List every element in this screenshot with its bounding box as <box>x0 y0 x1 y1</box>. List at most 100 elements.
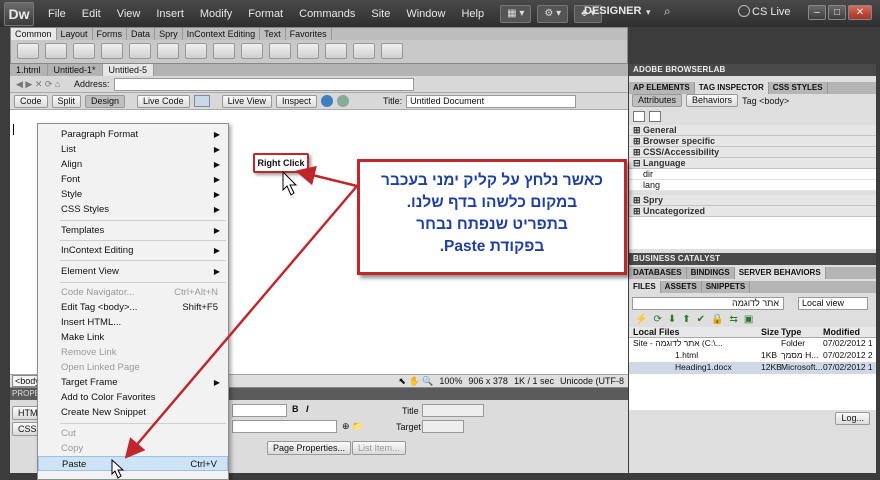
menu-item-insert-html[interactable]: Insert HTML... <box>38 315 228 330</box>
menu-item-font[interactable]: Font ▶ <box>38 172 228 187</box>
category-view-icon[interactable] <box>633 110 645 122</box>
title-input[interactable]: Untitled Document <box>406 94 577 108</box>
menu-item-paragraph-format[interactable]: Paragraph Format ▶ <box>38 127 228 142</box>
menu-site[interactable]: Site <box>363 8 398 20</box>
section-general[interactable]: ⊞ General <box>629 125 876 136</box>
menu-item-css-styles[interactable]: CSS Styles ▶ <box>38 202 228 217</box>
section-uncategorized[interactable]: ⊞ Uncategorized <box>629 206 876 217</box>
checkout-icon[interactable]: ✔ <box>697 314 705 325</box>
menu-item-add-color-favorites[interactable]: Add to Color Favorites <box>38 390 228 405</box>
email-link-icon[interactable] <box>45 43 67 59</box>
section-browser-specific[interactable]: ⊞ Browser specific <box>629 136 876 147</box>
file-row[interactable]: 1.html 1KB מסמך H... 07/02/2012 23 <box>629 350 876 362</box>
business-catalyst-header[interactable]: BUSINESS CATALYST <box>629 253 876 265</box>
tab-databases[interactable]: DATABASES <box>629 267 687 279</box>
menu-item-edit-tag[interactable]: Edit Tag <body>... Shift+F5 <box>38 300 228 315</box>
minimize-button[interactable]: – <box>808 5 826 20</box>
code-view-button[interactable]: Code <box>14 94 48 108</box>
font-select[interactable] <box>232 404 287 417</box>
extend-icon[interactable]: ⚙ ▾ <box>537 4 569 23</box>
media-icon[interactable] <box>213 43 235 59</box>
close-button[interactable]: ✕ <box>848 5 872 20</box>
menu-file[interactable]: File <box>40 8 74 20</box>
doc-tab-2[interactable]: Untitled-1* <box>48 64 103 76</box>
sync-icon[interactable]: ⇆ <box>729 314 737 325</box>
tab-server-behaviors[interactable]: SERVER BEHAVIORS <box>734 267 826 279</box>
split-view-button[interactable]: Split <box>51 94 82 108</box>
insert-tab-forms[interactable]: Forms <box>93 28 128 40</box>
put-icon[interactable]: ⬆ <box>682 314 690 325</box>
menu-item-code-navigator[interactable]: Code Navigator... Ctrl+Alt+N <box>38 285 228 300</box>
refresh-files-icon[interactable]: ⟳ <box>653 314 661 325</box>
insert-tab-layout[interactable]: Layout <box>57 28 93 40</box>
layout-icon[interactable]: ▦ ▾ <box>500 4 532 23</box>
image-icon[interactable] <box>185 43 207 59</box>
section-css-accessibility[interactable]: ⊞ CSS/Accessibility <box>629 147 876 158</box>
named-anchor-icon[interactable] <box>73 43 95 59</box>
menu-item-create-snippet[interactable]: Create New Snippet <box>38 405 228 420</box>
point-to-file-icon[interactable]: ⊕ 📁 <box>342 421 363 432</box>
col-local-files[interactable]: Local Files <box>629 327 761 337</box>
address-input[interactable] <box>113 77 414 91</box>
subtab-behaviors[interactable]: Behaviors <box>686 94 739 107</box>
insert-tab-data[interactable]: Data <box>127 28 156 40</box>
menu-insert[interactable]: Insert <box>148 8 192 20</box>
tab-tag-inspector[interactable]: TAG INSPECTOR <box>694 82 769 94</box>
nav-arrows-icon[interactable]: ◀ ▶ ✕ ⟳ ⌂ <box>16 79 60 90</box>
div-icon[interactable] <box>157 43 179 59</box>
menu-format[interactable]: Format <box>240 8 291 20</box>
browserlab-header[interactable]: ADOBE BROWSERLAB <box>629 64 876 76</box>
menu-item-target-frame[interactable]: Target Frame ▶ <box>38 375 228 390</box>
design-view-button[interactable]: Design <box>85 94 126 108</box>
menu-commands[interactable]: Commands <box>291 8 363 20</box>
tab-ap-elements[interactable]: AP ELEMENTS <box>629 82 695 94</box>
menu-item-make-link[interactable]: Make Link <box>38 330 228 345</box>
menu-item-align[interactable]: Align ▶ <box>38 157 228 172</box>
doc-tab-3[interactable]: Untitled-5 <box>102 64 155 76</box>
menu-item-style[interactable]: Style ▶ <box>38 187 228 202</box>
cs-live-label[interactable]: CS Live <box>752 6 791 18</box>
preview-globe-icon[interactable] <box>320 95 333 107</box>
list-item-button[interactable]: List Item... <box>352 441 406 455</box>
site-select[interactable]: אתר לדוגמה <box>632 296 784 310</box>
checkin-icon[interactable]: 🔒 <box>711 314 723 325</box>
insert-tab-incontext[interactable]: InContext Editing <box>183 28 261 40</box>
menu-item-open-linked-page[interactable]: Open Linked Page <box>38 360 228 375</box>
insert-tab-spry[interactable]: Spry <box>155 28 183 40</box>
window-size[interactable]: 906 x 378 <box>468 376 508 387</box>
insert-tab-common[interactable]: Common <box>11 28 57 40</box>
script-icon[interactable] <box>325 43 347 59</box>
chevron-down-icon[interactable]: ▾ <box>646 7 651 18</box>
get-icon[interactable]: ⬇ <box>668 314 676 325</box>
file-row[interactable]: Site - אתר לדוגמה (C:\... Folder 07/02/2… <box>629 338 876 350</box>
tab-snippets[interactable]: SNIPPETS <box>702 281 751 293</box>
page-properties-button[interactable]: Page Properties... <box>267 441 352 455</box>
date-icon[interactable] <box>241 43 263 59</box>
head-icon[interactable] <box>297 43 319 59</box>
target-select[interactable] <box>422 420 464 433</box>
menu-edit[interactable]: Edit <box>74 8 109 20</box>
menu-item-paste[interactable]: Paste Ctrl+V <box>38 456 228 471</box>
menu-item-cut[interactable]: Cut <box>38 426 228 441</box>
italic-button[interactable]: I <box>306 404 309 414</box>
maximize-button[interactable]: □ <box>828 5 846 20</box>
inspect-button[interactable]: Inspect <box>275 94 317 108</box>
section-spry[interactable]: ⊞ Spry <box>629 195 876 206</box>
menu-modify[interactable]: Modify <box>192 8 240 20</box>
insert-tab-favorites[interactable]: Favorites <box>286 28 332 40</box>
templates-icon[interactable] <box>353 43 375 59</box>
col-modified[interactable]: Modified <box>823 327 873 337</box>
menu-item-element-view[interactable]: Element View ▶ <box>38 264 228 279</box>
live-code-button[interactable]: Live Code <box>137 94 190 108</box>
zoom-select[interactable]: 100% <box>439 376 462 387</box>
tag-chooser-icon[interactable] <box>381 43 403 59</box>
table-icon[interactable] <box>129 43 151 59</box>
log-button[interactable]: Log... <box>835 412 870 425</box>
browser-check-icon[interactable] <box>193 95 210 107</box>
attr-dir[interactable]: dir <box>629 169 876 180</box>
tab-assets[interactable]: ASSETS <box>661 281 702 293</box>
doc-tab-1[interactable]: 1.html <box>10 64 48 76</box>
cslive-icon[interactable] <box>738 5 750 17</box>
hr-icon[interactable] <box>101 43 123 59</box>
menu-help[interactable]: Help <box>453 8 492 20</box>
